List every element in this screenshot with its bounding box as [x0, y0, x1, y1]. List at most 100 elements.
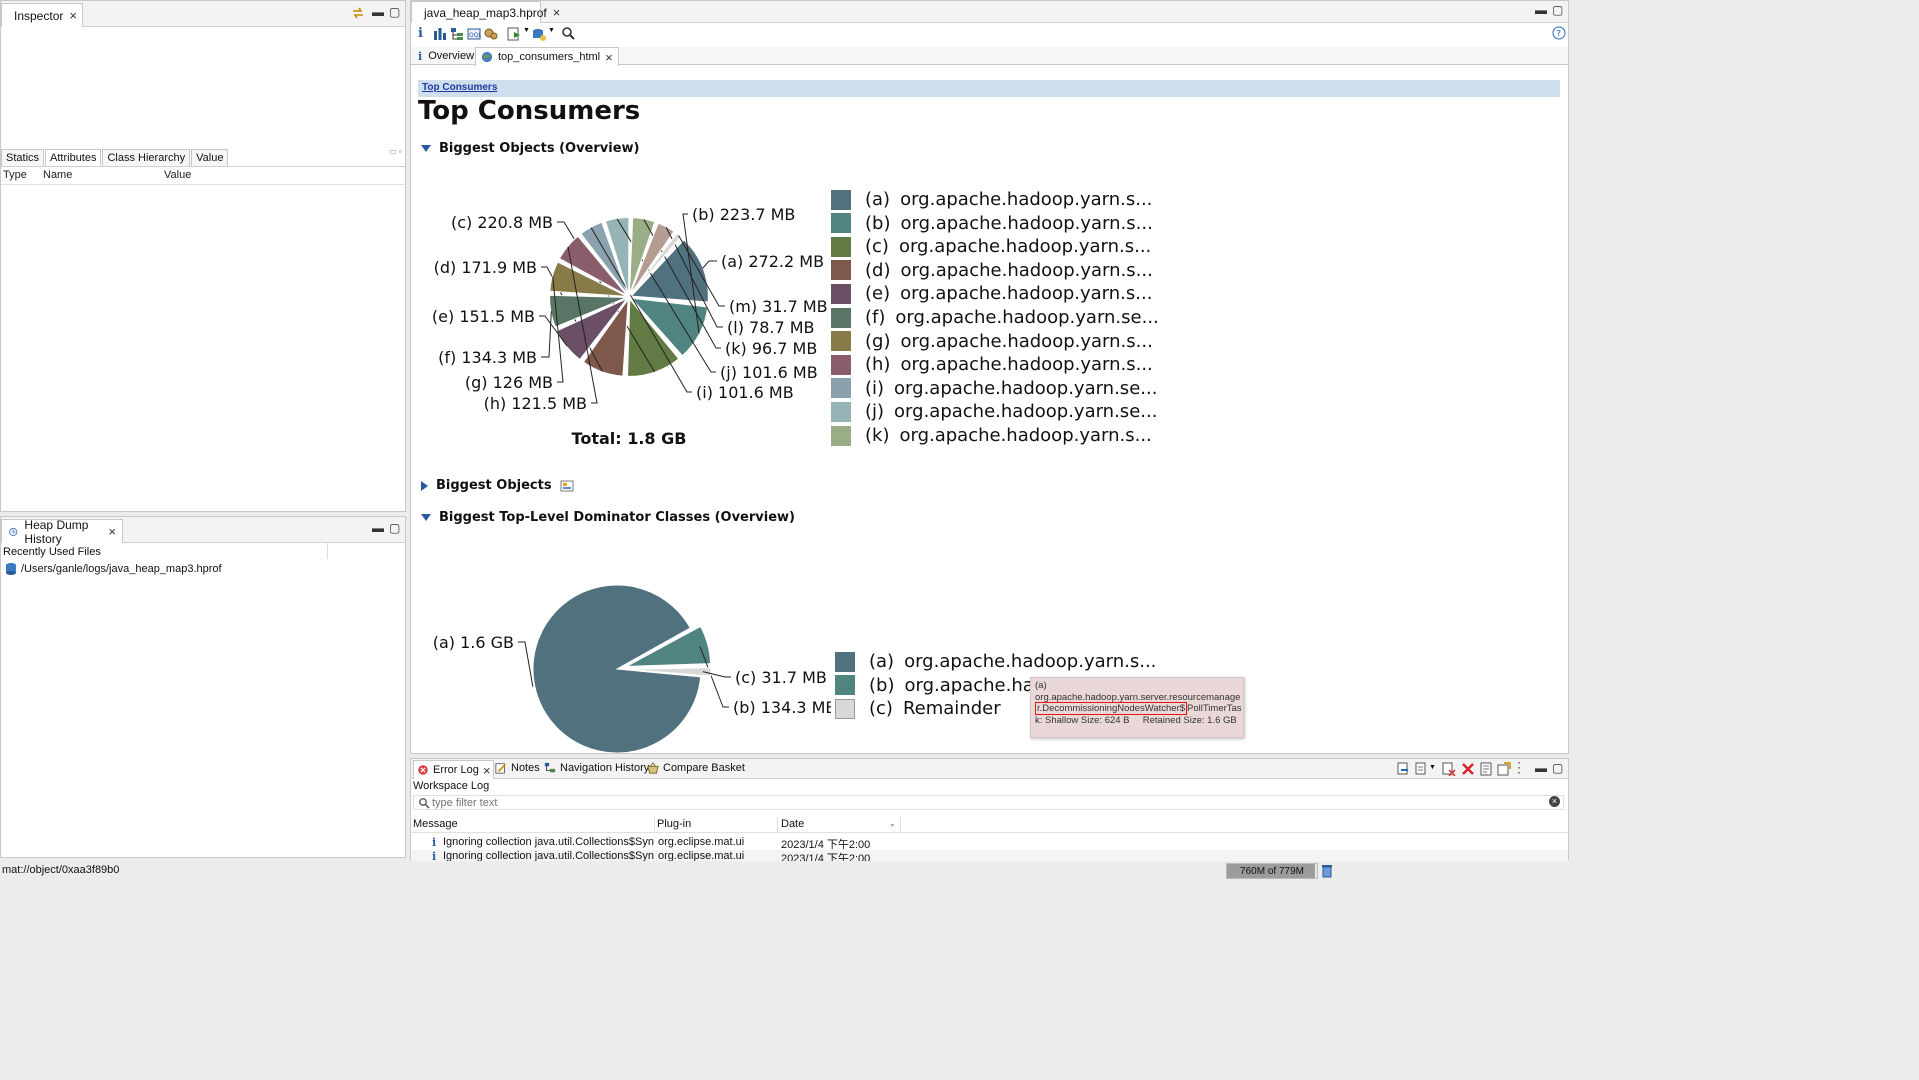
tab-label: Navigation History [560, 762, 650, 774]
sync-icon[interactable] [351, 6, 365, 20]
section-dominator-classes[interactable]: Biggest Top-Level Dominator Classes (Ove… [421, 510, 795, 525]
tooltip-highlight: r.DecommissioningNodesWatcher$ [1035, 702, 1188, 715]
tab-overview[interactable]: i Overview [413, 47, 481, 65]
col-message[interactable]: Message [413, 818, 458, 830]
section-biggest-objects-overview[interactable]: Biggest Objects (Overview) [421, 141, 639, 156]
dominator-tree-icon[interactable] [450, 27, 464, 41]
table-icon[interactable] [560, 479, 574, 493]
export-log-icon[interactable] [1396, 762, 1410, 776]
heap-status-bar[interactable]: 760M of 779M [1226, 863, 1318, 879]
col-value[interactable]: Value [164, 169, 191, 181]
clear-log-icon[interactable] [1442, 762, 1456, 776]
chevron-down-icon[interactable]: ▼ [548, 27, 555, 34]
legend-swatch [831, 260, 851, 281]
section-title: Biggest Top-Level Dominator Classes (Ove… [439, 510, 795, 525]
legend-swatch [831, 283, 851, 304]
histogram-icon[interactable] [433, 27, 447, 41]
close-icon[interactable]: × [69, 8, 77, 23]
table-row[interactable]: i Ignoring collection java.util.Collecti… [411, 836, 1568, 851]
clear-filter-icon[interactable]: × [1549, 796, 1560, 807]
import-log-icon[interactable] [1414, 762, 1428, 776]
legend-item[interactable]: (j) org.apache.hadoop.yarn.se... [831, 401, 1157, 422]
subtab-value[interactable]: Value [191, 149, 229, 166]
col-plugin[interactable]: Plug-in [657, 818, 691, 830]
legend-item[interactable]: (d) org.apache.hadoop.yarn.s... [831, 260, 1153, 281]
maximize-icon[interactable]: ▢ [1552, 3, 1563, 17]
col-type[interactable]: Type [3, 169, 27, 181]
subtab-statics[interactable]: Statics [1, 149, 45, 166]
col-date[interactable]: Date [781, 818, 804, 830]
maximize-icon[interactable]: ▢ [1552, 761, 1563, 775]
close-icon[interactable]: × [483, 763, 491, 778]
close-icon[interactable]: × [605, 50, 613, 65]
open-log-icon[interactable] [1479, 762, 1493, 776]
recent-file-item[interactable]: /Users/ganle/logs/java_heap_map3.hprof [4, 562, 222, 576]
minimize-icon[interactable]: ▬ [372, 521, 384, 535]
globe-icon [481, 51, 493, 63]
chevron-down-icon[interactable]: ▼ [1429, 764, 1436, 771]
legend-text: org.apache.hadoop.yarn.se... [894, 377, 1158, 399]
minimize-icon[interactable]: ▬ [372, 5, 384, 19]
col-name[interactable]: Name [43, 169, 72, 181]
pie-chart-dominator-classes[interactable]: (a) 1.6 GB (b) 134.3 MB (c) 31.7 MB [411, 561, 831, 753]
oql-icon[interactable]: OQL [467, 27, 481, 41]
legend-item[interactable]: (g) org.apache.hadoop.yarn.s... [831, 331, 1153, 352]
maximize-icon[interactable]: ▢ [389, 5, 400, 19]
basket-icon [647, 762, 659, 774]
tab-error-log[interactable]: Error Log × [413, 760, 495, 779]
minimize-icon[interactable]: ▬ [1535, 3, 1547, 17]
section-biggest-objects[interactable]: Biggest Objects [421, 478, 574, 493]
view-menu-icon[interactable]: · · · [1517, 756, 1521, 778]
legend-swatch [831, 378, 851, 399]
legend-swatch [831, 307, 851, 328]
close-icon[interactable]: × [553, 5, 561, 20]
pie-label-f: (f) 134.3 MB [438, 348, 537, 367]
info-icon[interactable]: i [418, 26, 423, 41]
query-browser-icon[interactable] [532, 27, 546, 41]
restore-log-icon[interactable] [1497, 762, 1511, 776]
thread-overview-icon[interactable] [484, 27, 498, 41]
legend-text: Remainder [902, 698, 1001, 720]
legend-item[interactable]: (f) org.apache.hadoop.yarn.se... [831, 307, 1159, 328]
tab-compare-basket[interactable]: Compare Basket [647, 762, 745, 774]
legend-swatch [831, 401, 851, 422]
editor-toolbar: i OQL ▼ ▼ ? [411, 23, 1568, 45]
legend-item[interactable]: (a) org.apache.hadoop.yarn.s... [831, 189, 1152, 210]
close-icon[interactable]: × [108, 524, 116, 539]
log-message: Ignoring collection java.util.Collection… [443, 836, 654, 848]
tab-heap-dump-history[interactable]: Heap Dump History × [1, 518, 123, 546]
recently-used-header[interactable]: Recently Used Files [3, 546, 101, 558]
legend-item[interactable]: (a) org.apache.hadoop.yarn.s... [835, 651, 1156, 672]
run-report-icon[interactable] [507, 27, 521, 41]
subtab-attributes[interactable]: Attributes [45, 149, 102, 166]
legend-key: (c) [865, 236, 889, 258]
sort-chevron-icon[interactable]: ⌄ [889, 819, 896, 828]
legend-item[interactable]: (b) org.apache.hadoop.yarn.s... [831, 213, 1153, 234]
pie-chart-biggest-objects[interactable]: (a) 272.2 MB (b) 223.7 MB (c) 220.8 MB (d) … [411, 166, 831, 466]
legend-item[interactable]: (e) org.apache.hadoop.yarn.s... [831, 283, 1152, 304]
tab-navigation-history[interactable]: Navigation History [544, 762, 649, 774]
tab-notes[interactable]: Notes [495, 762, 540, 774]
maximize-icon[interactable]: ▢ [389, 521, 400, 535]
filter-input[interactable] [432, 796, 1532, 809]
legend-item[interactable]: (c) org.apache.hadoop.yarn.s... [831, 236, 1151, 257]
subtab-class-hierarchy[interactable]: Class Hierarchy [102, 149, 191, 166]
legend-item[interactable]: (c) Remainder [835, 698, 1001, 719]
legend-item[interactable]: (k) org.apache.hadoop.yarn.s... [831, 425, 1152, 446]
legend-item[interactable]: (i) org.apache.hadoop.yarn.se... [831, 378, 1157, 399]
tab-inspector[interactable]: Inspector × [1, 3, 83, 27]
pie-label-c: (c) 31.7 MB [735, 668, 827, 687]
breadcrumb-link[interactable]: Top Consumers [422, 82, 497, 93]
subtab-controls-icon[interactable]: ▭ ▫ [389, 147, 402, 156]
tab-top-consumers[interactable]: top_consumers_html × [475, 47, 619, 66]
search-icon[interactable] [561, 26, 576, 41]
chevron-down-icon[interactable]: ▼ [523, 27, 530, 34]
garbage-collect-icon[interactable] [1320, 864, 1334, 878]
delete-log-icon[interactable] [1461, 762, 1475, 776]
minimize-icon[interactable]: ▬ [1535, 761, 1547, 775]
help-icon[interactable]: ? [1552, 26, 1566, 40]
history-icon [9, 527, 18, 536]
legend-text: org.apache.hadoop.yarn.s... [900, 330, 1153, 352]
legend-item[interactable]: (h) org.apache.hadoop.yarn.s... [831, 354, 1153, 375]
tab-heap-file[interactable]: java_heap_map3.hprof × [411, 1, 560, 23]
